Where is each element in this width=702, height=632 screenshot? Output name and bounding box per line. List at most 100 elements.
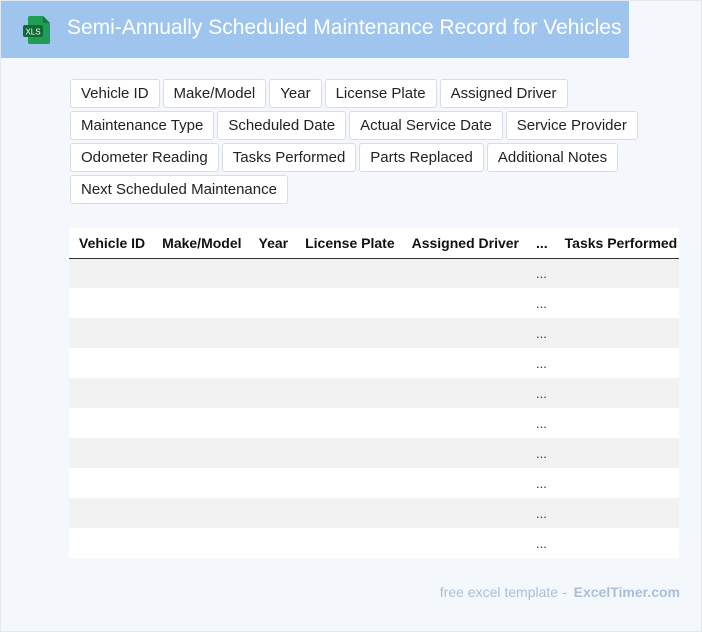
table-cell[interactable]: [152, 498, 249, 528]
table-cell[interactable]: [554, 438, 679, 468]
table-cell[interactable]: [401, 378, 526, 408]
table-cell[interactable]: [248, 528, 296, 558]
column-header[interactable]: Vehicle ID: [69, 228, 153, 259]
table-row: ...: [69, 498, 679, 528]
table-cell[interactable]: [69, 438, 153, 468]
table-cell[interactable]: [295, 438, 402, 468]
table-cell[interactable]: [295, 468, 402, 498]
table-cell[interactable]: [69, 468, 153, 498]
field-chip[interactable]: Assigned Driver: [439, 79, 568, 108]
table-cell[interactable]: [69, 498, 153, 528]
table-cell[interactable]: [401, 528, 526, 558]
table-cell[interactable]: [248, 408, 296, 438]
table-cell[interactable]: [401, 318, 526, 348]
table-cell[interactable]: [69, 348, 153, 378]
field-chip[interactable]: Parts Replaced: [359, 143, 484, 172]
table-cell[interactable]: [69, 378, 153, 408]
table-cell[interactable]: [401, 468, 526, 498]
table-row: ...: [69, 468, 679, 498]
table-cell[interactable]: [152, 528, 249, 558]
table-cell[interactable]: [248, 288, 296, 318]
table-cell[interactable]: ...: [525, 438, 555, 468]
column-header[interactable]: License Plate: [295, 228, 402, 259]
data-table: Vehicle ID Make/Model Year License Plate Ass…: [69, 228, 679, 558]
table-cell[interactable]: [69, 528, 153, 558]
table-cell[interactable]: ...: [525, 528, 555, 558]
footer-text: free excel template -: [439, 584, 567, 600]
table-cell[interactable]: [554, 348, 679, 378]
table-cell[interactable]: [248, 438, 296, 468]
table-cell[interactable]: [69, 258, 153, 288]
column-header[interactable]: Year: [248, 228, 296, 259]
chip-row: Maintenance Type Scheduled Date Actual Ser…: [70, 111, 638, 140]
table-cell[interactable]: ...: [525, 318, 555, 348]
table-cell[interactable]: [152, 288, 249, 318]
table-cell[interactable]: [152, 408, 249, 438]
field-chip[interactable]: Tasks Performed: [221, 143, 357, 172]
footer-credit: free excel template - ExcelTimer.com: [440, 584, 680, 600]
table-cell[interactable]: [401, 258, 526, 288]
table-cell[interactable]: ...: [525, 498, 555, 528]
field-chip[interactable]: License Plate: [324, 79, 437, 108]
field-chip[interactable]: Additional Notes: [486, 143, 619, 172]
table-cell[interactable]: [295, 378, 402, 408]
field-chip[interactable]: Odometer Reading: [70, 143, 219, 172]
table-cell[interactable]: [554, 528, 679, 558]
table-cell[interactable]: [554, 468, 679, 498]
table-cell[interactable]: [401, 438, 526, 468]
table-cell[interactable]: [295, 528, 402, 558]
table-cell[interactable]: [248, 348, 296, 378]
table-cell[interactable]: [554, 288, 679, 318]
table-cell[interactable]: ...: [525, 378, 555, 408]
table-cell[interactable]: [295, 318, 402, 348]
column-header[interactable]: Make/Model: [152, 228, 249, 259]
table-cell[interactable]: ...: [525, 258, 555, 288]
table-cell[interactable]: [248, 468, 296, 498]
table-cell[interactable]: [69, 318, 153, 348]
table-cell[interactable]: [295, 408, 402, 438]
table-cell[interactable]: [152, 318, 249, 348]
table-cell[interactable]: [69, 288, 153, 318]
table-cell[interactable]: [152, 468, 249, 498]
column-header[interactable]: Tasks Performed: [554, 228, 679, 259]
field-chip[interactable]: Maintenance Type: [70, 111, 215, 140]
table-cell[interactable]: [248, 498, 296, 528]
field-chip[interactable]: Make/Model: [162, 79, 267, 108]
table-cell[interactable]: [554, 378, 679, 408]
table-cell[interactable]: ...: [525, 348, 555, 378]
table-cell[interactable]: [248, 258, 296, 288]
table-cell[interactable]: ...: [525, 288, 555, 318]
table-cell[interactable]: [152, 258, 249, 288]
table-row: ...: [69, 408, 679, 438]
field-chip[interactable]: Service Provider: [505, 111, 638, 140]
table-cell[interactable]: [295, 348, 402, 378]
table-cell[interactable]: [554, 318, 679, 348]
table-cell[interactable]: [401, 408, 526, 438]
field-chip[interactable]: Actual Service Date: [349, 111, 503, 140]
table-cell[interactable]: [554, 498, 679, 528]
table-cell[interactable]: [248, 318, 296, 348]
table-cell[interactable]: [152, 438, 249, 468]
table-cell[interactable]: [401, 498, 526, 528]
table-cell[interactable]: [295, 288, 402, 318]
table-cell[interactable]: [69, 408, 153, 438]
data-table-container[interactable]: Vehicle ID Make/Model Year License Plate Ass…: [69, 228, 679, 558]
table-cell[interactable]: [152, 348, 249, 378]
footer-brand-link[interactable]: ExcelTimer.com: [574, 584, 680, 600]
table-cell[interactable]: ...: [525, 468, 555, 498]
table-cell[interactable]: [554, 258, 679, 288]
field-chip[interactable]: Year: [269, 79, 322, 108]
column-header[interactable]: Assigned Driver: [401, 228, 526, 259]
field-chip[interactable]: Next Scheduled Maintenance: [70, 175, 288, 204]
table-cell[interactable]: [152, 378, 249, 408]
table-cell[interactable]: ...: [525, 408, 555, 438]
table-cell[interactable]: [248, 378, 296, 408]
field-chip[interactable]: Vehicle ID: [70, 79, 160, 108]
column-header[interactable]: ...: [525, 228, 555, 259]
table-cell[interactable]: [295, 258, 402, 288]
table-cell[interactable]: [295, 498, 402, 528]
table-cell[interactable]: [401, 348, 526, 378]
table-cell[interactable]: [554, 408, 679, 438]
table-cell[interactable]: [401, 288, 526, 318]
field-chip[interactable]: Scheduled Date: [217, 111, 347, 140]
